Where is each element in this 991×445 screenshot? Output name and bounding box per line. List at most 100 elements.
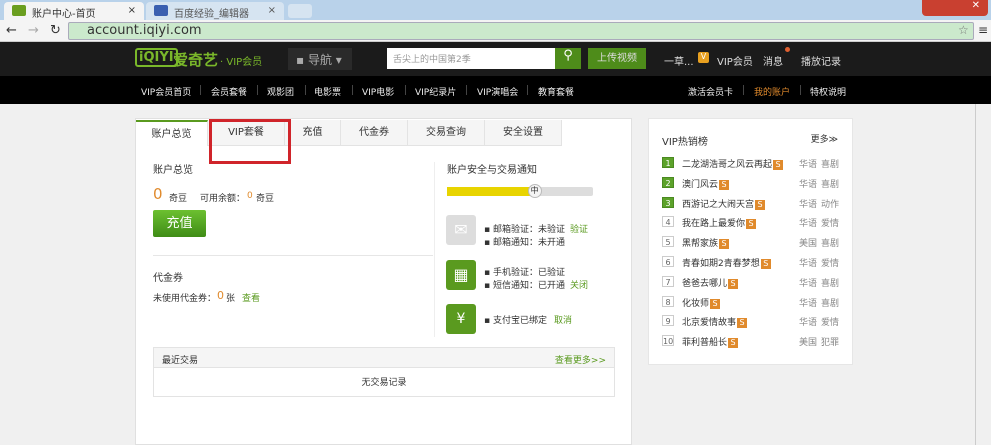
movie-title[interactable]: 西游记之大闹天宫 xyxy=(682,200,754,210)
iqiyi-favicon-icon xyxy=(12,5,26,16)
disable-sms-link[interactable]: 关闭 xyxy=(570,278,588,291)
nav-vip-documentary[interactable]: VIP纪录片 xyxy=(415,85,456,98)
nav-my-account[interactable]: 我的账户 xyxy=(754,85,790,98)
bookmark-star-icon[interactable]: ☆ xyxy=(958,23,969,37)
movie-title[interactable]: 黑帮家族 xyxy=(682,239,718,249)
tab-vouchers[interactable]: 代金券 xyxy=(341,120,408,146)
url-input[interactable]: account.iqiyi.com xyxy=(68,22,974,40)
main-nav: VIP会员首页 会员套餐 观影团 电影票 VIP电影 VIP纪录片 VIP演唱会… xyxy=(0,76,991,104)
rank-number: 5 xyxy=(662,236,674,248)
ranking-more-link[interactable]: 更多≫ xyxy=(811,132,838,145)
ranking-item[interactable]: 1 二龙湖浩哥之风云再起 S 华语 喜剧 xyxy=(649,157,854,173)
movie-title[interactable]: 青春如期2青春梦想 xyxy=(682,259,760,269)
movie-title[interactable]: 我在路上最爱你 xyxy=(682,219,745,229)
rank-number: 2 xyxy=(662,176,674,188)
movie-genre: 喜剧 xyxy=(821,179,840,190)
search-button[interactable]: ⚲ xyxy=(555,48,581,69)
movie-region: 华语 xyxy=(799,318,818,329)
voucher-unit: 张 xyxy=(226,294,236,304)
ranking-item[interactable]: 9 北京爱情故事 S 华语 爱情 xyxy=(649,315,854,331)
verify-email-link[interactable]: 验证 xyxy=(570,222,588,235)
nav-education[interactable]: 教育套餐 xyxy=(538,85,574,98)
nav-vip-movies[interactable]: VIP电影 xyxy=(362,85,394,98)
movie-title[interactable]: 澳门风云 xyxy=(682,180,718,190)
balance-value: 0 xyxy=(153,185,163,203)
tab-security[interactable]: 安全设置 xyxy=(485,120,562,146)
forward-icon[interactable]: → xyxy=(28,23,39,38)
movie-title[interactable]: 菲利普船长 xyxy=(682,338,727,348)
iqiyi-logo[interactable]: iQIYI xyxy=(135,48,178,67)
super-badge-icon: S xyxy=(737,318,748,329)
ranking-item[interactable]: 2 澳门风云 S 华语 喜剧 xyxy=(649,176,854,193)
ranking-item[interactable]: 10 菲利普船长 S 美国 犯罪 xyxy=(649,335,854,351)
ranking-item[interactable]: 4 我在路上最爱你 S 华语 爱情 xyxy=(649,216,854,232)
ranking-item[interactable]: 3 西游记之大闹天宫 S 华语 动作 xyxy=(649,196,854,213)
movie-title[interactable]: 北京爱情故事 xyxy=(682,318,736,328)
upload-video-button[interactable]: 上传视频 xyxy=(588,48,646,69)
sms-notify-status: 短信通知：已开通 xyxy=(492,281,565,291)
voucher-label: 未使用代金券： xyxy=(153,294,217,304)
scrollbar[interactable] xyxy=(975,104,991,445)
reload-icon[interactable]: ↻ xyxy=(50,23,61,38)
movie-region: 华语 xyxy=(799,278,818,289)
ranking-title-wrap: 我在路上最爱你 S xyxy=(682,216,757,230)
close-tab-icon[interactable]: × xyxy=(268,5,276,16)
nav-privileges[interactable]: 特权说明 xyxy=(810,85,846,98)
history-link[interactable]: 播放记录 xyxy=(801,53,841,68)
available-value: 0 xyxy=(247,191,253,201)
movie-genre: 喜剧 xyxy=(821,298,840,309)
messages-link[interactable]: 消息 xyxy=(763,53,783,68)
nav-vip-home[interactable]: VIP会员首页 xyxy=(141,85,191,98)
vip-link[interactable]: VIP会员 xyxy=(717,53,753,68)
tab-account-overview[interactable]: 账户总览 xyxy=(136,120,208,146)
movie-region: 华语 xyxy=(799,298,818,309)
vip-badge-icon: V xyxy=(698,52,709,63)
window-controls[interactable]: ✕ xyxy=(922,0,988,16)
username-link[interactable]: 一草... xyxy=(664,53,694,68)
nav-viewing-group[interactable]: 观影团 xyxy=(267,85,294,98)
browser-tabbar: 账户中心-首页 × 百度经验_编辑器 × ✕ xyxy=(0,0,991,20)
view-vouchers-link[interactable]: 查看 xyxy=(242,291,260,304)
unbind-alipay-link[interactable]: 取消 xyxy=(554,313,572,326)
movie-genre: 爱情 xyxy=(821,318,840,329)
movie-title[interactable]: 爸爸去哪儿 xyxy=(682,279,727,289)
rank-number: 10 xyxy=(662,335,674,347)
search-input[interactable]: 舌尖上的中国第2季 xyxy=(387,48,555,69)
menu-icon[interactable]: ≡ xyxy=(978,23,988,37)
empty-message: 无交易记录 xyxy=(361,378,407,388)
nav-activate-card[interactable]: 激活会员卡 xyxy=(688,85,733,98)
ranking-item[interactable]: 5 黑帮家族 S 美国 喜剧 xyxy=(649,236,854,252)
movie-genre: 喜剧 xyxy=(821,160,840,170)
movie-genre: 爱情 xyxy=(821,259,840,269)
movie-title[interactable]: 二龙湖浩哥之风云再起 xyxy=(682,160,772,170)
ranking-title-wrap: 澳门风云 S xyxy=(682,177,730,190)
view-more-link[interactable]: 查看更多>> xyxy=(555,353,606,366)
vip-label: · VIP会员 xyxy=(220,57,263,68)
security-title: 账户安全与交易通知 xyxy=(447,165,537,176)
tab-transactions[interactable]: 交易查询 xyxy=(408,120,485,146)
movie-title[interactable]: 化妆师 xyxy=(682,299,709,309)
search-placeholder: 舌尖上的中国第2季 xyxy=(393,55,471,65)
rank-number: 3 xyxy=(662,196,674,208)
ranking-item[interactable]: 8 化妆师 S 华语 喜剧 xyxy=(649,295,854,312)
ranking-title-wrap: 爸爸去哪儿 S xyxy=(682,276,739,289)
browser-tab[interactable]: 百度经验_编辑器 × xyxy=(146,2,284,20)
rank-number: 7 xyxy=(662,275,674,287)
phone-icon: ▦ xyxy=(446,260,476,290)
movie-genre: 动作 xyxy=(821,199,840,210)
back-icon[interactable]: ← xyxy=(6,23,17,38)
account-panel: 账户总览 VIP套餐 充值 代金券 交易查询 安全设置 账户总览 0 奇豆 可用… xyxy=(135,118,632,445)
tab-recharge[interactable]: 充值 xyxy=(285,120,341,146)
new-tab-button[interactable] xyxy=(288,4,312,18)
nav-packages[interactable]: 会员套餐 xyxy=(211,85,247,98)
nav-movie-tickets[interactable]: 电影票 xyxy=(314,85,341,98)
voucher-count: 0 xyxy=(217,289,224,302)
nav-vip-concert[interactable]: VIP演唱会 xyxy=(477,85,518,98)
browser-tab-active[interactable]: 账户中心-首页 × xyxy=(4,2,144,20)
ranking-item[interactable]: 6 青春如期2青春梦想 S 华语 爱情 xyxy=(649,256,854,272)
close-tab-icon[interactable]: × xyxy=(128,5,136,16)
nav-menu-button[interactable]: ▪ 导航 ▾ xyxy=(288,48,352,70)
recharge-button[interactable]: 充值 xyxy=(153,210,206,237)
ranking-item[interactable]: 7 爸爸去哪儿 S 华语 喜剧 xyxy=(649,275,854,292)
ranking-title-wrap: 青春如期2青春梦想 S xyxy=(682,256,771,269)
